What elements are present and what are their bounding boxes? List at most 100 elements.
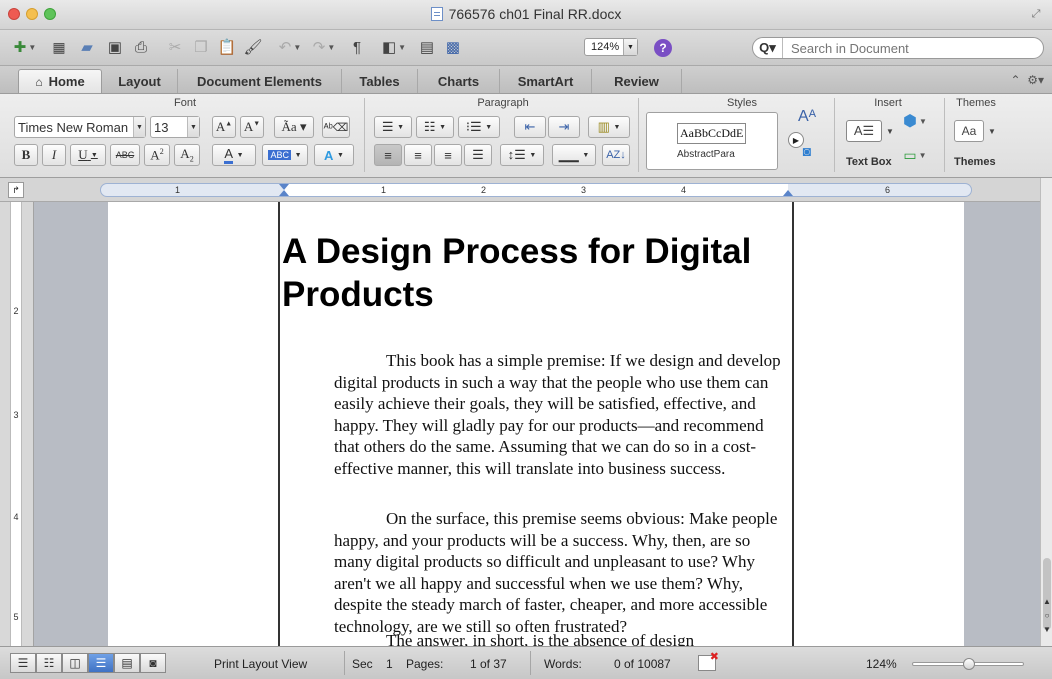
body-paragraph[interactable]: This book has a simple premise: If we de… [334, 350, 788, 479]
multilevel-list-button[interactable]: ⁝☰ ▼ [458, 116, 500, 138]
tab-smartart[interactable]: SmartArt [500, 69, 592, 93]
text-box-icon[interactable]: A☰ [846, 120, 882, 142]
ruler-mark: 1 [381, 185, 387, 195]
superscript-button[interactable]: A2 [144, 144, 170, 166]
cut-button[interactable]: ✂ [164, 36, 186, 58]
help-button[interactable]: ? [654, 39, 672, 57]
redo-button[interactable]: ↷ ▼ [308, 36, 340, 58]
standard-toolbar: ✚ ▼ ▦ ▰ ▣ ⎙ ✂ ❐ 📋 🖌 ↶ ▼ ↷ ▼ ¶ ◧ ▼ ▤ ▩ 124% ▼… [0, 30, 1052, 66]
zoom-slider[interactable] [912, 658, 1024, 670]
text-effects-button[interactable]: A ▼ [314, 144, 354, 166]
show-formatting-button[interactable]: ¶ [346, 36, 368, 58]
themes-button[interactable]: Aa [954, 120, 984, 142]
undo-button[interactable]: ↶ ▼ [274, 36, 306, 58]
sort-button[interactable]: AZ↓ [602, 144, 630, 166]
browse-object-icon[interactable]: ○ [1042, 610, 1052, 620]
align-right-button[interactable]: ≡ [434, 144, 462, 166]
draft-view-button[interactable]: ☰ [10, 653, 36, 673]
subscript-button[interactable]: A2 [174, 144, 200, 166]
body-paragraph[interactable]: On the surface, this premise seems obvio… [334, 508, 788, 637]
next-page-icon[interactable]: ▼ [1042, 624, 1052, 634]
borders-button[interactable]: ▁▁ ▼ [552, 144, 596, 166]
vertical-scrollbar[interactable]: ▲ ○ ▼ [1040, 178, 1052, 646]
tab-layout[interactable]: Layout [102, 69, 178, 93]
font-size-select[interactable]: 13 ▼ [150, 116, 200, 138]
line-spacing-button[interactable]: ↕☰ ▼ [500, 144, 544, 166]
numbering-button[interactable]: ☷ ▼ [416, 116, 454, 138]
fullscreen-icon[interactable]: ⤢ [1030, 8, 1042, 20]
picture-button[interactable]: ▭ ▼ [898, 144, 932, 166]
hanging-indent-marker[interactable] [279, 190, 289, 196]
previous-page-icon[interactable]: ▲ [1042, 596, 1052, 606]
media-browser-button[interactable]: ▩ [442, 36, 464, 58]
tab-home[interactable]: ⌂ Home [18, 69, 102, 93]
font-color-button[interactable]: A ▼ [212, 144, 256, 166]
sidebar-button[interactable]: ◧ ▼ [378, 36, 410, 58]
tab-document-elements[interactable]: Document Elements [178, 69, 342, 93]
gallery-button[interactable]: ▦ [48, 36, 70, 58]
chevron-down-icon[interactable]: ▼ [986, 120, 998, 142]
collapse-ribbon-icon[interactable]: ⌃ [1010, 73, 1020, 87]
tab-tables[interactable]: Tables [342, 69, 418, 93]
increase-indent-button[interactable]: ⇥ [548, 116, 580, 138]
font-name-select[interactable]: Times New Roman ▼ [14, 116, 146, 138]
justify-button[interactable]: ☰ [464, 144, 492, 166]
search-input[interactable] [783, 39, 1043, 57]
align-center-button[interactable]: ≡ [404, 144, 432, 166]
underline-button[interactable]: U ▼ [70, 144, 106, 166]
bold-button[interactable]: B [14, 144, 38, 166]
notebook-view-button[interactable]: ▤ [114, 653, 140, 673]
strikethrough-button[interactable]: ABC [110, 144, 140, 166]
clear-formatting-button[interactable]: ᴬᵇ⌫ [322, 116, 350, 138]
grow-font-button[interactable]: A▲ [212, 116, 236, 138]
print-button[interactable]: ⎙ [130, 36, 152, 58]
redo-icon: ↷ [312, 39, 326, 56]
body-paragraph[interactable]: The answer, in short, is the absence of … [334, 630, 788, 646]
change-case-button[interactable]: Ãa ▾ [274, 116, 314, 138]
shrink-font-button[interactable]: A▼ [240, 116, 264, 138]
shape-button[interactable]: ⬢ ▼ [898, 110, 932, 132]
style-sample[interactable]: AaBbCcDdE [677, 123, 747, 144]
copy-button[interactable]: ❐ [190, 36, 212, 58]
save-button[interactable]: ▣ [104, 36, 126, 58]
manage-styles-button[interactable]: ◙ [796, 140, 818, 162]
italic-button[interactable]: I [42, 144, 66, 166]
outline-view-button[interactable]: ☷ [36, 653, 62, 673]
pages-value[interactable]: 1 of 37 [470, 657, 507, 671]
text-box-label[interactable]: Text Box [846, 156, 892, 168]
format-painter-button[interactable]: 🖌 [242, 36, 264, 58]
print-layout-view-button[interactable]: ☰ [88, 653, 114, 673]
document-page[interactable]: A Design Process for Digital Products Th… [108, 202, 964, 646]
tab-review-label: Review [614, 73, 659, 89]
search-icon[interactable]: Q▾ [753, 38, 783, 58]
themes-label[interactable]: Themes [954, 156, 996, 168]
new-document-button[interactable]: ✚ ▼ [10, 36, 40, 58]
gear-icon[interactable]: ⚙▾ [1027, 73, 1044, 87]
zoom-slider-knob[interactable] [963, 658, 975, 670]
chapter-heading[interactable]: A Design Process for Digital Products [282, 230, 782, 316]
full-screen-view-button[interactable]: ◙ [140, 653, 166, 673]
publishing-view-button[interactable]: ◫ [62, 653, 88, 673]
tab-charts[interactable]: Charts [418, 69, 500, 93]
styles-gallery[interactable]: AaBbCcDdE AbstractPara [646, 112, 778, 170]
align-left-button[interactable]: ≡ [374, 144, 402, 166]
open-button[interactable]: ▰ [76, 36, 98, 58]
zoom-select[interactable]: 124% ▼ [584, 38, 638, 56]
vertical-ruler[interactable]: 2 3 4 5 [0, 202, 34, 646]
decrease-indent-button[interactable]: ⇤ [514, 116, 546, 138]
chevron-down-icon[interactable]: ▼ [884, 120, 896, 142]
spelling-status-icon[interactable] [698, 650, 719, 671]
words-value[interactable]: 0 of 10087 [614, 657, 671, 671]
tab-selector[interactable]: ↱ [8, 182, 24, 198]
paste-button[interactable]: 📋 [216, 36, 238, 58]
right-indent-marker[interactable] [783, 190, 793, 196]
styles-pane-button[interactable]: Aᴬ [792, 106, 822, 128]
bullets-button[interactable]: ☰ ▼ [374, 116, 412, 138]
toolbox-button[interactable]: ▤ [416, 36, 438, 58]
ribbon-options[interactable]: ⌃ ⚙▾ [1010, 73, 1044, 87]
horizontal-ruler[interactable]: 1 1 2 3 4 6 [100, 183, 972, 197]
highlight-button[interactable]: ABC ▼ [262, 144, 308, 166]
decrease-indent-icon: ⇤ [524, 119, 536, 134]
columns-button[interactable]: ▥ ▼ [588, 116, 630, 138]
tab-review[interactable]: Review [592, 69, 682, 93]
